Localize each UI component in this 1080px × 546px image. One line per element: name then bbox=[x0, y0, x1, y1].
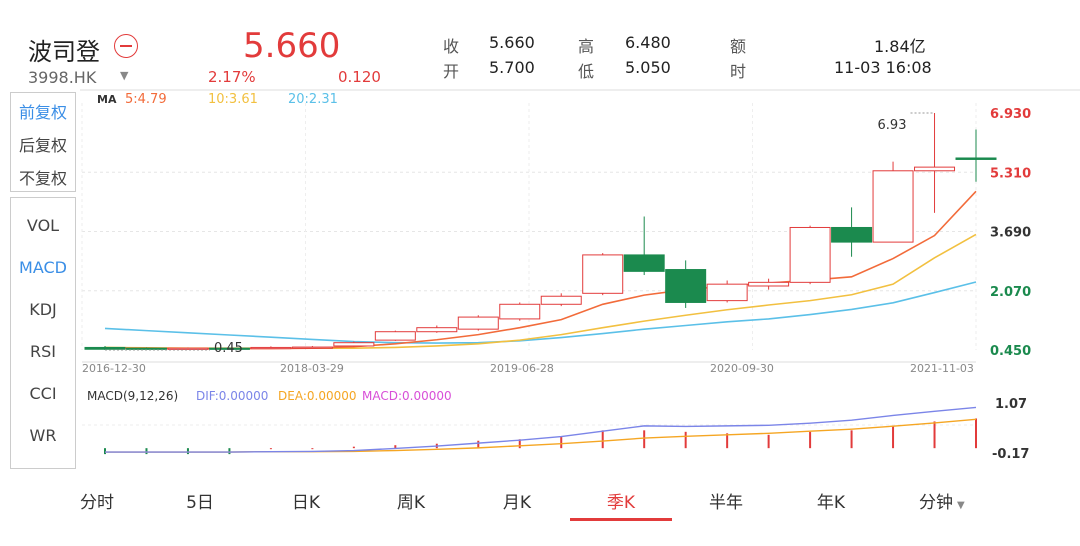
candle-body bbox=[872, 170, 914, 243]
macd-dea-line bbox=[105, 418, 977, 453]
candle-body bbox=[167, 347, 209, 350]
candle-body bbox=[914, 166, 956, 172]
tab-halfyear[interactable]: 半年 bbox=[686, 488, 766, 513]
macd-y-tick: 1.07 bbox=[995, 397, 1027, 412]
candle-body bbox=[499, 303, 541, 320]
y-tick-label: 0.450 bbox=[990, 344, 1031, 359]
candle-body bbox=[540, 295, 582, 305]
tab-daily[interactable]: 日K bbox=[266, 488, 346, 513]
tab-monthly[interactable]: 月K bbox=[477, 488, 557, 513]
candle-body bbox=[748, 281, 790, 287]
candle-body bbox=[955, 157, 997, 160]
kline-chart[interactable]: 6.930 5.310 3.690 2.070 0.450 2016-12-30 2018-… bbox=[0, 0, 1080, 480]
macd-dea-label: DEA:0.00000 bbox=[278, 389, 357, 403]
ma10-legend: 10:3.61 bbox=[208, 92, 258, 107]
active-tab-indicator bbox=[570, 518, 672, 521]
min-annotation: 0.45 bbox=[214, 341, 243, 356]
tab-intraday[interactable]: 分时 bbox=[57, 488, 137, 513]
macd-value-label: MACD:0.00000 bbox=[362, 389, 452, 403]
candle-body bbox=[789, 226, 831, 283]
candle-body bbox=[250, 346, 292, 350]
ma10-line bbox=[104, 233, 977, 349]
tab-5day[interactable]: 5日 bbox=[160, 488, 240, 513]
candle-body bbox=[623, 254, 665, 272]
candle-body bbox=[125, 347, 167, 350]
y-tick-label: 5.310 bbox=[990, 166, 1031, 181]
candle-body bbox=[374, 331, 416, 341]
macd-y-tick: -0.17 bbox=[992, 447, 1029, 462]
candle-body bbox=[582, 254, 624, 294]
x-tick-label: 2016-12-30 bbox=[82, 362, 146, 375]
tab-weekly[interactable]: 周K bbox=[371, 488, 451, 513]
macd-dif-label: DIF:0.00000 bbox=[196, 389, 268, 403]
candle-body bbox=[831, 226, 873, 243]
tab-yearly[interactable]: 年K bbox=[791, 488, 871, 513]
candle-body bbox=[665, 269, 707, 303]
candle-body bbox=[416, 327, 458, 333]
ma-legend-label: MA bbox=[97, 93, 117, 106]
tab-quarterly[interactable]: 季K bbox=[581, 488, 661, 513]
candle-body bbox=[706, 283, 748, 302]
macd-title: MACD(9,12,26) bbox=[87, 389, 178, 403]
x-tick-label: 2021-11-03 bbox=[910, 362, 974, 375]
y-tick-label: 6.930 bbox=[990, 107, 1031, 122]
candle-body bbox=[84, 346, 126, 350]
x-tick-label: 2020-09-30 bbox=[710, 362, 774, 375]
chevron-down-icon[interactable]: ▼ bbox=[957, 500, 965, 511]
candle-body bbox=[333, 342, 375, 347]
ma5-legend: 5:4.79 bbox=[125, 92, 167, 107]
ma5-line bbox=[105, 190, 977, 350]
ma20-legend: 20:2.31 bbox=[288, 92, 338, 107]
y-tick-label: 3.690 bbox=[990, 226, 1031, 241]
candle-body bbox=[291, 346, 333, 349]
candle-body bbox=[457, 316, 499, 330]
x-tick-label: 2019-06-28 bbox=[490, 362, 554, 375]
y-tick-label: 2.070 bbox=[990, 285, 1031, 300]
max-annotation: 6.93 bbox=[878, 118, 907, 133]
x-tick-label: 2018-03-29 bbox=[280, 362, 344, 375]
